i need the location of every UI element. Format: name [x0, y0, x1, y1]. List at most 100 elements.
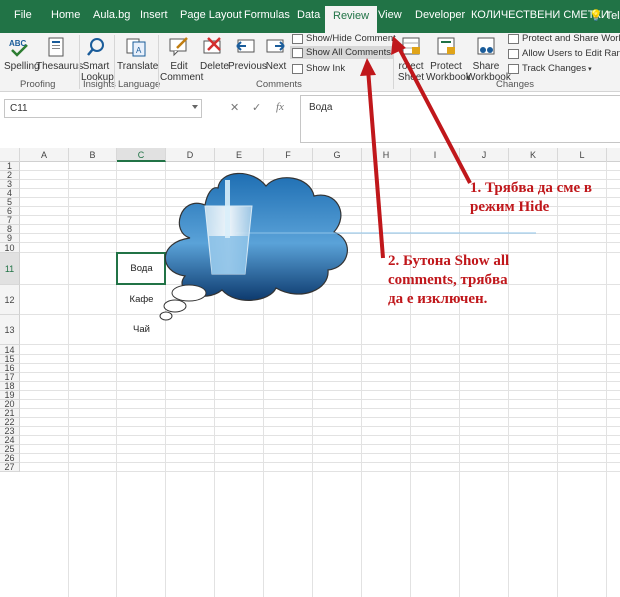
delete-label: Delete	[200, 61, 229, 72]
thesaurus-icon	[48, 37, 64, 57]
translate-button[interactable]: A Translate	[117, 36, 158, 72]
chevron-down-icon: ▾	[588, 65, 592, 73]
gridline-vertical	[557, 162, 558, 597]
tab-page-layout[interactable]: Page Layout	[180, 9, 242, 21]
delete-icon	[203, 37, 221, 54]
enter-icon[interactable]: ✓	[252, 101, 261, 114]
share-workbook-label-1: Share	[472, 61, 500, 72]
group-comments-label: Comments	[256, 79, 302, 90]
gridline-horizontal	[20, 417, 620, 418]
column-header-b[interactable]: B	[69, 148, 117, 162]
tell-me-label: Tell m	[605, 10, 620, 22]
tab-home[interactable]: Home	[51, 9, 80, 21]
row-header-13[interactable]: 13	[0, 315, 20, 345]
tab-insert[interactable]: Insert	[140, 9, 168, 21]
column-header-j[interactable]: J	[460, 148, 509, 162]
spelling-button[interactable]: ABC Spelling	[4, 36, 40, 72]
ink-icon	[292, 63, 303, 74]
column-header-d[interactable]: D	[166, 148, 215, 162]
column-header-k[interactable]: K	[509, 148, 558, 162]
ribbon-tab-bar: File Home Aula.bg Insert Page Layout For…	[0, 0, 620, 33]
gridline-horizontal	[20, 435, 620, 436]
previous-label: Previous	[228, 61, 267, 72]
cancel-icon[interactable]: ✕	[230, 101, 239, 114]
cell-c13[interactable]: Чай	[117, 315, 166, 345]
edit-comment-label-2: Comment	[160, 72, 204, 83]
track-changes-label: Track Changes	[522, 63, 587, 74]
separator	[158, 35, 159, 89]
tab-aula-bg[interactable]: Aula.bg	[93, 9, 130, 21]
edit-comment-button[interactable]: Edit Comment	[160, 36, 203, 83]
translate-icon: A	[126, 38, 146, 57]
tell-me-search[interactable]: 💡 Tell m	[589, 9, 620, 22]
formula-input[interactable]: Вода	[300, 95, 620, 143]
column-header-i[interactable]: I	[411, 148, 460, 162]
gridline-vertical	[214, 162, 215, 597]
show-ink-label: Show Ink	[306, 63, 346, 74]
column-header-g[interactable]: G	[313, 148, 362, 162]
protect-share-icon	[508, 33, 519, 44]
spelling-icon: ABC	[9, 39, 28, 57]
show-hide-comment-button[interactable]: Show/Hide Comment	[292, 33, 396, 44]
thesaurus-button[interactable]: Thesaurus	[36, 36, 83, 72]
column-header-f[interactable]: F	[264, 148, 313, 162]
thesaurus-label: Thesaurus	[36, 61, 84, 72]
column-header-l[interactable]: L	[558, 148, 607, 162]
tab-review[interactable]: Review	[325, 6, 378, 33]
row-header-10[interactable]: 10	[0, 243, 20, 253]
gridline-horizontal	[20, 252, 620, 253]
gridline-vertical	[361, 162, 362, 597]
separator	[79, 35, 80, 89]
protect-workbook-label-1: Protect	[430, 61, 462, 72]
cell-c12[interactable]: Кафе	[117, 285, 166, 315]
group-changes-label: Changes	[496, 79, 535, 90]
row-header-11[interactable]: 11	[0, 253, 20, 285]
gridline-horizontal	[20, 284, 620, 285]
gridline-vertical	[606, 162, 607, 597]
comments-icon	[292, 47, 303, 58]
show-all-comments-button[interactable]: Show All Comments	[290, 46, 394, 59]
previous-comment-button[interactable]: Previous	[228, 36, 267, 72]
row-header-27[interactable]: 27	[0, 462, 20, 472]
gridline-horizontal	[20, 381, 620, 382]
column-header-c[interactable]: C	[117, 148, 166, 162]
formula-content: Вода	[309, 102, 333, 113]
protect-sheet-button[interactable]: rotect Sheet	[396, 36, 426, 83]
insert-function-button[interactable]: fx	[276, 101, 284, 113]
allow-users-edit-ranges-button[interactable]: Allow Users to Edit Ranges	[508, 48, 620, 59]
protect-sheet-label-1: rotect	[398, 61, 424, 72]
tab-file[interactable]: File	[14, 9, 32, 21]
next-label: Next	[265, 61, 287, 72]
gridline-horizontal	[20, 363, 620, 364]
tab-data[interactable]: Data	[297, 9, 320, 21]
group-language-label: Language	[118, 79, 161, 90]
show-ink-button[interactable]: Show Ink	[292, 63, 345, 74]
tab-developer[interactable]: Developer	[415, 9, 465, 21]
tab-formulas[interactable]: Formulas	[244, 9, 290, 21]
row-header-12[interactable]: 12	[0, 285, 20, 315]
column-header-a[interactable]: A	[20, 148, 69, 162]
delete-comment-button[interactable]: Delete	[200, 36, 229, 72]
gridline-horizontal	[20, 233, 620, 234]
gridline-vertical	[165, 162, 166, 597]
protect-share-workbook-button[interactable]: Protect and Share Workbook	[508, 33, 620, 44]
track-changes-button[interactable]: Track Changes ▾	[508, 63, 592, 74]
smart-lookup-button[interactable]: Smart Lookup	[81, 36, 114, 83]
column-header-h[interactable]: H	[362, 148, 411, 162]
comment-icon	[292, 33, 303, 44]
show-all-comments-label: Show All Comments	[306, 47, 392, 58]
name-box[interactable]: C11	[4, 99, 202, 118]
gridline-vertical	[312, 162, 313, 597]
annotation-note-1: 1. Трябва да сме в режим Hide	[470, 180, 592, 215]
cell-c11[interactable]: Вода	[117, 253, 166, 285]
group-proofing-label: Proofing	[20, 79, 56, 90]
chevron-down-icon[interactable]	[192, 105, 198, 109]
next-icon	[266, 39, 285, 53]
protect-workbook-button[interactable]: Protect Workbook	[426, 36, 471, 83]
tab-view[interactable]: View	[378, 9, 402, 21]
column-header-e[interactable]: E	[215, 148, 264, 162]
group-insights-label: Insights	[83, 79, 116, 90]
select-all-corner[interactable]	[0, 148, 20, 162]
share-workbook-button[interactable]: Share Workbook	[466, 36, 511, 83]
next-comment-button[interactable]: Next	[264, 36, 288, 72]
